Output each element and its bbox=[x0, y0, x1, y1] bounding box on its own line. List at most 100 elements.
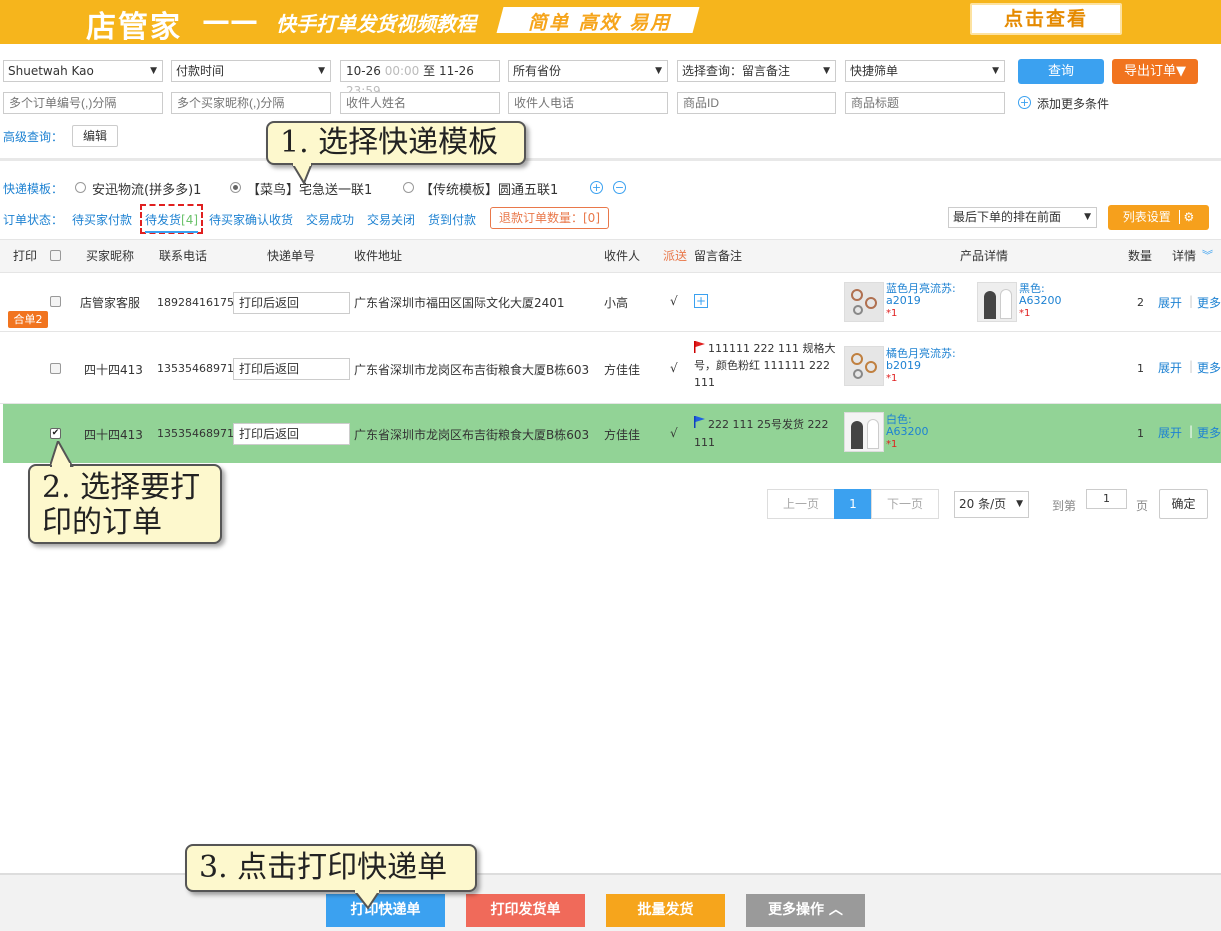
col-tracking: 快递单号 bbox=[267, 249, 316, 263]
buyer-nick: 四十四413 bbox=[84, 363, 143, 377]
tab-awaiting-receipt[interactable]: 待买家确认收货 bbox=[209, 211, 293, 228]
address: 广东省深圳市龙岗区布吉街粮食大厦B栋603 bbox=[354, 428, 590, 442]
more-link[interactable]: 更多 bbox=[1197, 424, 1221, 441]
col-print: 打印 bbox=[13, 249, 38, 263]
select-all-checkbox[interactable] bbox=[50, 250, 61, 261]
column-settings-button[interactable]: 列表设置 ⚙ bbox=[1108, 205, 1209, 230]
view-tutorial-button[interactable]: 点击查看 bbox=[970, 3, 1122, 35]
next-page-button[interactable]: 下一页 bbox=[871, 489, 939, 519]
product-thumbnail[interactable] bbox=[977, 282, 1017, 322]
separator: | bbox=[1189, 424, 1194, 438]
page-1-button[interactable]: 1 bbox=[834, 489, 872, 519]
buyer-nick-input[interactable] bbox=[171, 92, 331, 114]
query-select[interactable]: 选择查询：留言备注 ▼ bbox=[677, 60, 836, 82]
merged-order-badge: 合单2 bbox=[8, 311, 48, 328]
product-code: a2019 bbox=[886, 294, 921, 307]
tracking-input[interactable]: 打印后返回 bbox=[233, 292, 350, 314]
callout-step-1: 1. 选择快递模板 bbox=[266, 121, 526, 165]
express-template-label: 快递模板： bbox=[3, 182, 64, 196]
banner-logo: 店管家 bbox=[86, 10, 182, 44]
buyer-nick: 四十四413 bbox=[84, 428, 143, 442]
product-title-input[interactable] bbox=[845, 92, 1005, 114]
chevron-down-icon: ▼ bbox=[655, 66, 662, 76]
template-option-3[interactable]: 【传统模板】圆通五联1 bbox=[420, 179, 558, 198]
receiver-name-input[interactable] bbox=[340, 92, 500, 114]
address: 广东省深圳市龙岗区布吉街粮食大厦B栋603 bbox=[354, 363, 590, 377]
sort-select[interactable]: 最后下单的排在前面 ▼ bbox=[948, 207, 1097, 228]
template-radio-1[interactable] bbox=[75, 182, 86, 193]
tab-closed[interactable]: 交易关闭 bbox=[367, 211, 415, 228]
expand-all-icon[interactable]: ︾ bbox=[1202, 247, 1213, 263]
tab-cod[interactable]: 货到付款 bbox=[428, 211, 476, 228]
row-checkbox[interactable] bbox=[50, 296, 61, 307]
per-page-select[interactable]: 20 条/页 ▼ bbox=[954, 491, 1029, 518]
product-thumbnail[interactable] bbox=[844, 346, 884, 386]
add-remark-icon[interactable]: + bbox=[694, 294, 708, 308]
col-buyer: 买家昵称 bbox=[86, 249, 135, 263]
tab-awaiting-shipment-label: 待发货 bbox=[145, 213, 182, 227]
goto-label: 到第 bbox=[1052, 499, 1077, 513]
column-settings-label: 列表设置 bbox=[1122, 210, 1171, 224]
template-radio-2[interactable] bbox=[230, 182, 241, 193]
template-option-1[interactable]: 安迅物流(拼多多)1 bbox=[92, 179, 201, 198]
remark-text: 222 111 25号发货 222 111 bbox=[694, 418, 829, 449]
per-page-value: 20 条/页 bbox=[959, 497, 1007, 511]
expand-link[interactable]: 展开 bbox=[1158, 424, 1182, 441]
print-invoice-button[interactable]: 打印发货单 bbox=[466, 894, 585, 927]
date-to-date: 11-26 bbox=[438, 64, 474, 78]
time-type-select[interactable]: 付款时间 ▼ bbox=[171, 60, 331, 82]
date-range-input[interactable]: 10-26 00:00 至 11-26 23:59 bbox=[340, 60, 500, 98]
more-operations-button[interactable]: 更多操作 ︿ bbox=[746, 894, 865, 927]
search-button[interactable]: 查询 bbox=[1018, 59, 1104, 84]
order-ids-input[interactable] bbox=[3, 92, 163, 114]
goto-page-input[interactable]: 1 bbox=[1086, 489, 1127, 509]
edit-advanced-button[interactable]: 编辑 bbox=[72, 125, 118, 147]
product-qty: *1 bbox=[886, 373, 898, 384]
tab-awaiting-shipment[interactable]: 待发货[4] bbox=[145, 211, 199, 233]
export-orders-button[interactable]: 导出订单▼ bbox=[1112, 59, 1198, 84]
province-select[interactable]: 所有省份 ▼ bbox=[508, 60, 668, 82]
callout-step-3: 3. 点击打印快递单 bbox=[185, 844, 477, 892]
dispatch-check: √ bbox=[670, 294, 678, 308]
chevron-down-icon: ▼ bbox=[1016, 499, 1023, 509]
goto-confirm-button[interactable]: 确定 bbox=[1159, 489, 1208, 519]
address: 广东省深圳市福田区国际文化大厦2401 bbox=[354, 296, 565, 310]
print-express-button[interactable]: 打印快递单 bbox=[326, 894, 445, 927]
product-code: A63200 bbox=[886, 425, 929, 438]
more-link[interactable]: 更多 bbox=[1197, 359, 1221, 376]
date-to-word: 至 bbox=[423, 64, 436, 78]
tracking-input[interactable]: 打印后返回 bbox=[233, 358, 350, 380]
add-template-icon[interactable]: + bbox=[590, 181, 603, 194]
chevron-down-icon: ▼ bbox=[992, 66, 999, 76]
product-thumbnail[interactable] bbox=[844, 282, 884, 322]
row-checkbox[interactable] bbox=[50, 363, 61, 374]
tracking-input[interactable]: 打印后返回 bbox=[233, 423, 350, 445]
receiver-phone-input[interactable] bbox=[508, 92, 668, 114]
shop-select[interactable]: Shuetwah Kao ▼ bbox=[3, 60, 163, 82]
row-checkbox-checked[interactable]: ✔ bbox=[50, 428, 61, 439]
refund-count-badge[interactable]: 退款订单数量：[0] bbox=[490, 207, 609, 229]
batch-ship-button[interactable]: 批量发货 bbox=[606, 894, 725, 927]
product-qty: *1 bbox=[886, 308, 898, 319]
promo-banner[interactable]: 店管家 —— 快手打单发货视频教程 简单 高效 易用 点击查看 bbox=[0, 0, 1221, 44]
callout-pointer bbox=[352, 890, 382, 910]
quantity: 1 bbox=[1137, 362, 1144, 375]
remark-text: 111111 222 111 规格大号，颜色粉红 111111 222 111 bbox=[694, 342, 836, 389]
template-radio-3[interactable] bbox=[403, 182, 414, 193]
product-id-input[interactable] bbox=[677, 92, 836, 114]
tab-completed[interactable]: 交易成功 bbox=[306, 211, 354, 228]
product-thumbnail[interactable] bbox=[844, 412, 884, 452]
col-detail: 详情 bbox=[1172, 249, 1197, 263]
expand-link[interactable]: 展开 bbox=[1158, 359, 1182, 376]
callout-step-2-line-1: 2. 选择要打 bbox=[42, 470, 201, 505]
more-link[interactable]: 更多 bbox=[1197, 294, 1221, 311]
tab-awaiting-payment[interactable]: 待买家付款 bbox=[72, 211, 132, 228]
product-code: A63200 bbox=[1019, 294, 1062, 307]
expand-link[interactable]: 展开 bbox=[1158, 294, 1182, 311]
order-status-label: 订单状态： bbox=[3, 213, 64, 227]
pending-count: [4] bbox=[181, 213, 199, 227]
refund-count: [0] bbox=[583, 211, 600, 225]
quick-filter-select[interactable]: 快捷筛单 ▼ bbox=[845, 60, 1005, 82]
remove-template-icon[interactable]: − bbox=[613, 181, 626, 194]
prev-page-button[interactable]: 上一页 bbox=[767, 489, 835, 519]
